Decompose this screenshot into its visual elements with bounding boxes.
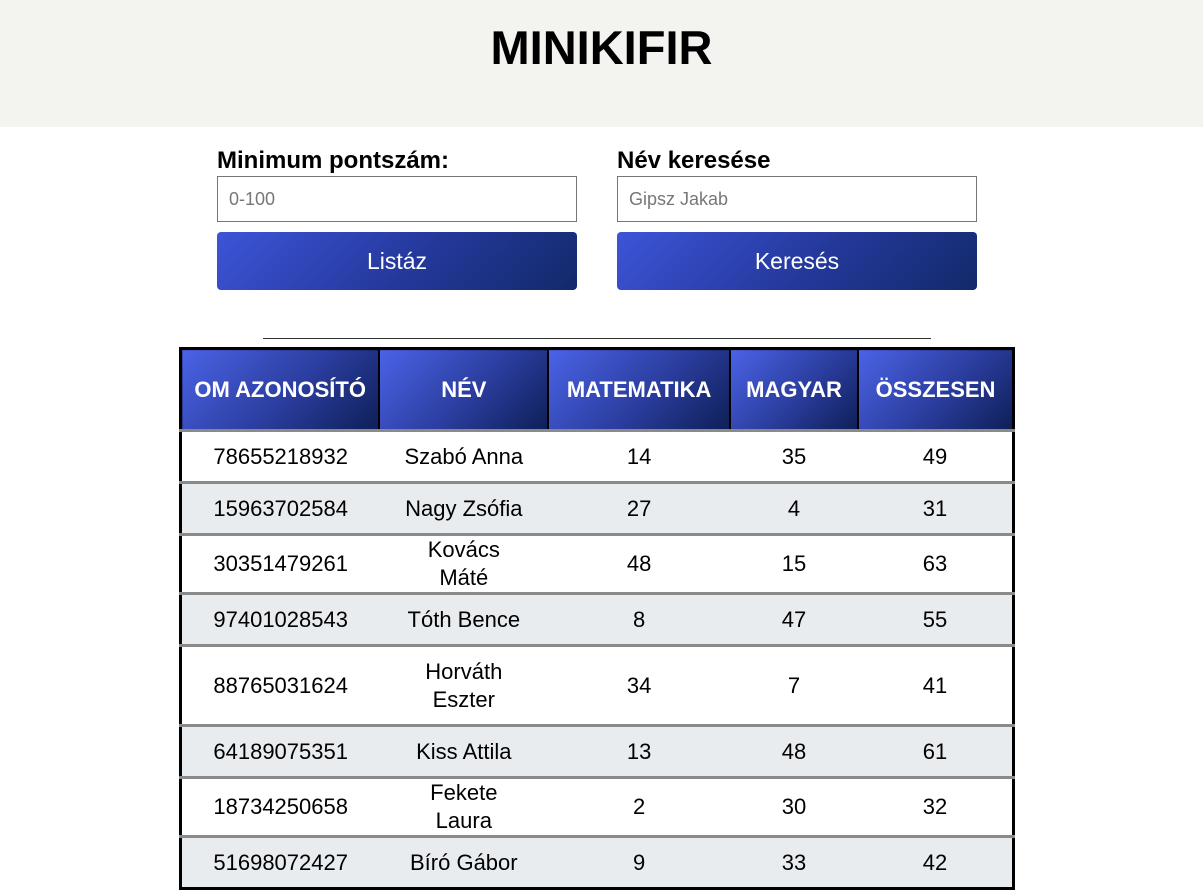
cell-om: 78655218932	[180, 429, 380, 483]
cell-name: Fekete Laura	[379, 776, 549, 837]
name-search-input[interactable]	[617, 176, 977, 222]
page-title: MINIKIFIR	[490, 21, 713, 74]
cell-hungarian: 35	[729, 429, 859, 483]
column-header-math: MATEMATIKA	[547, 347, 731, 432]
cell-math: 13	[548, 724, 730, 778]
table-row: 97401028543 Tóth Bence 8 47 55	[180, 592, 1014, 646]
table-header-row: OM AZONOSÍTÓ NÉV MATEMATIKA MAGYAR ÖSSZE…	[179, 347, 1015, 432]
cell-om: 30351479261	[180, 533, 380, 594]
table-row: 18734250658 Fekete Laura 2 30 32	[180, 776, 1014, 837]
page-header: MINIKIFIR	[0, 0, 1203, 127]
cell-math: 14	[548, 429, 730, 483]
min-score-label: Minimum pontszám:	[217, 147, 449, 174]
results-table: OM AZONOSÍTÓ NÉV MATEMATIKA MAGYAR ÖSSZE…	[179, 347, 1015, 890]
cell-name-text: Fekete Laura	[430, 780, 498, 833]
cell-hungarian: 15	[729, 533, 859, 594]
cell-hungarian: 48	[729, 724, 859, 778]
table-row: 15963702584 Nagy Zsófia 27 4 31	[180, 481, 1014, 535]
cell-name: Tóth Bence	[379, 592, 549, 646]
cell-math: 9	[548, 835, 730, 889]
cell-name: Bíró Gábor	[379, 835, 549, 889]
cell-name-text: Bíró Gábor	[410, 849, 518, 875]
cell-total: 31	[858, 481, 1014, 535]
cell-total: 42	[858, 835, 1014, 889]
min-score-filter: Minimum pontszám: Listáz	[217, 146, 577, 290]
cell-name-text: Szabó Anna	[404, 443, 524, 469]
list-button[interactable]: Listáz	[217, 232, 577, 290]
column-header-om: OM AZONOSÍTÓ	[179, 347, 381, 432]
cell-total: 63	[858, 533, 1014, 594]
cell-om: 97401028543	[180, 592, 380, 646]
cell-total: 41	[858, 644, 1014, 726]
cell-name: Nagy Zsófia	[379, 481, 549, 535]
cell-om: 18734250658	[180, 776, 380, 837]
cell-om: 15963702584	[180, 481, 380, 535]
min-score-input[interactable]	[217, 176, 577, 222]
cell-math: 27	[548, 481, 730, 535]
search-button[interactable]: Keresés	[617, 232, 977, 290]
cell-om: 51698072427	[180, 835, 380, 889]
cell-name-text: Nagy Zsófia	[405, 495, 523, 521]
name-search-filter: Név keresése Keresés	[617, 146, 977, 290]
cell-name-text: Tóth Bence	[407, 606, 521, 632]
table-row: 88765031624 Horváth Eszter 34 7 41	[180, 644, 1014, 726]
cell-total: 49	[858, 429, 1014, 483]
cell-total: 32	[858, 776, 1014, 837]
divider	[263, 338, 931, 339]
cell-math: 8	[548, 592, 730, 646]
table-row: 78655218932 Szabó Anna 14 35 49	[180, 429, 1014, 483]
table-row: 64189075351 Kiss Attila 13 48 61	[180, 724, 1014, 778]
table-row: 30351479261 Kovács Máté 48 15 63	[180, 533, 1014, 594]
cell-name: Szabó Anna	[379, 429, 549, 483]
name-search-label: Név keresése	[617, 147, 771, 174]
cell-hungarian: 4	[729, 481, 859, 535]
cell-math: 2	[548, 776, 730, 837]
cell-om: 64189075351	[180, 724, 380, 778]
cell-om: 88765031624	[180, 644, 380, 726]
cell-math: 34	[548, 644, 730, 726]
table-row: 51698072427 Bíró Gábor 9 33 42	[180, 835, 1014, 889]
cell-name: Horváth Eszter	[379, 644, 549, 726]
cell-name: Kovács Máté	[379, 533, 549, 594]
column-header-hungarian: MAGYAR	[728, 347, 860, 432]
cell-total: 61	[858, 724, 1014, 778]
cell-hungarian: 33	[729, 835, 859, 889]
cell-hungarian: 30	[729, 776, 859, 837]
cell-name-text: Kovács Máté	[427, 537, 500, 590]
cell-name-text: Horváth Eszter	[425, 658, 503, 712]
column-header-total: ÖSSZESEN	[857, 347, 1015, 432]
cell-math: 48	[548, 533, 730, 594]
column-header-name: NÉV	[378, 347, 550, 432]
cell-name-text: Kiss Attila	[416, 738, 512, 764]
cell-name: Kiss Attila	[379, 724, 549, 778]
cell-hungarian: 7	[729, 644, 859, 726]
cell-hungarian: 47	[729, 592, 859, 646]
cell-total: 55	[858, 592, 1014, 646]
